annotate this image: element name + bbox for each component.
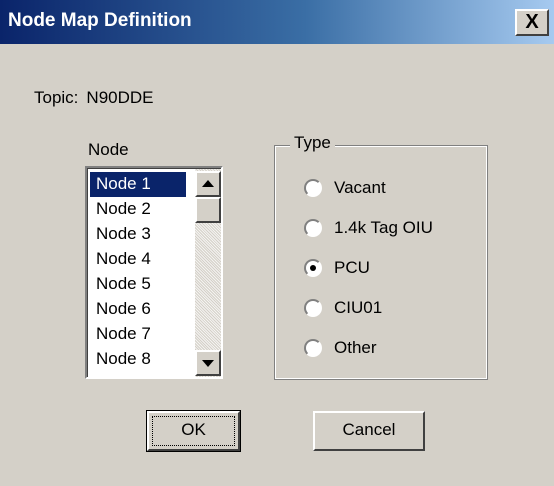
- radio-label: CIU01: [334, 298, 383, 317]
- node-list-items: Node 1 Node 2 Node 3 Node 4 Node 5 Node 6 Node…: [90, 172, 190, 372]
- window-title: Node Map Definition: [8, 10, 192, 31]
- list-item[interactable]: Node 8: [90, 347, 190, 372]
- topic-label: Topic:: [34, 88, 79, 107]
- topic-value: N90DDE: [86, 88, 154, 107]
- radio-button[interactable]: [304, 179, 322, 197]
- scroll-thumb[interactable]: [195, 197, 221, 223]
- list-item[interactable]: Node 3: [90, 222, 190, 247]
- radio-dot-icon: [310, 265, 316, 271]
- arrow-up-icon: [202, 180, 214, 187]
- list-item[interactable]: Node 4: [90, 247, 190, 272]
- topic-line: Topic: N90DDE: [34, 88, 154, 108]
- radio-label: 1.4k Tag OIU: [334, 218, 433, 237]
- cancel-button[interactable]: Cancel: [313, 411, 425, 451]
- radio-label: Other: [334, 338, 377, 357]
- title-bar[interactable]: Node Map Definition X: [0, 0, 554, 44]
- scroll-down-button[interactable]: [195, 350, 221, 376]
- listbox-scrollbar[interactable]: [195, 169, 221, 377]
- arrow-down-icon: [202, 360, 214, 367]
- cancel-button-label: Cancel: [342, 420, 396, 439]
- radio-label: PCU: [334, 258, 370, 277]
- radio-button[interactable]: [304, 339, 322, 357]
- type-group-label: Type: [290, 133, 335, 153]
- list-item[interactable]: Node 6: [90, 297, 190, 322]
- radio-button[interactable]: [304, 299, 322, 317]
- listbox-frame: Node 1 Node 2 Node 3 Node 4 Node 5 Node 6 Node…: [87, 168, 221, 377]
- node-map-dialog: Node Map Definition X Topic: N90DDE Node …: [0, 0, 554, 486]
- close-button[interactable]: X: [515, 9, 549, 36]
- focus-rectangle: [152, 416, 235, 446]
- ok-button[interactable]: OK: [146, 410, 241, 452]
- list-item[interactable]: Node 5: [90, 272, 190, 297]
- radio-label: Vacant: [334, 178, 386, 197]
- radio-button[interactable]: [304, 259, 322, 277]
- scroll-up-button[interactable]: [195, 171, 221, 197]
- node-list-label: Node: [88, 140, 129, 159]
- node-listbox[interactable]: Node 1 Node 2 Node 3 Node 4 Node 5 Node 6 Node…: [85, 166, 223, 379]
- radio-button[interactable]: [304, 219, 322, 237]
- close-icon: X: [525, 11, 539, 33]
- list-item[interactable]: Node 2: [90, 197, 190, 222]
- list-item[interactable]: Node 1: [90, 172, 186, 197]
- list-item[interactable]: Node 7: [90, 322, 190, 347]
